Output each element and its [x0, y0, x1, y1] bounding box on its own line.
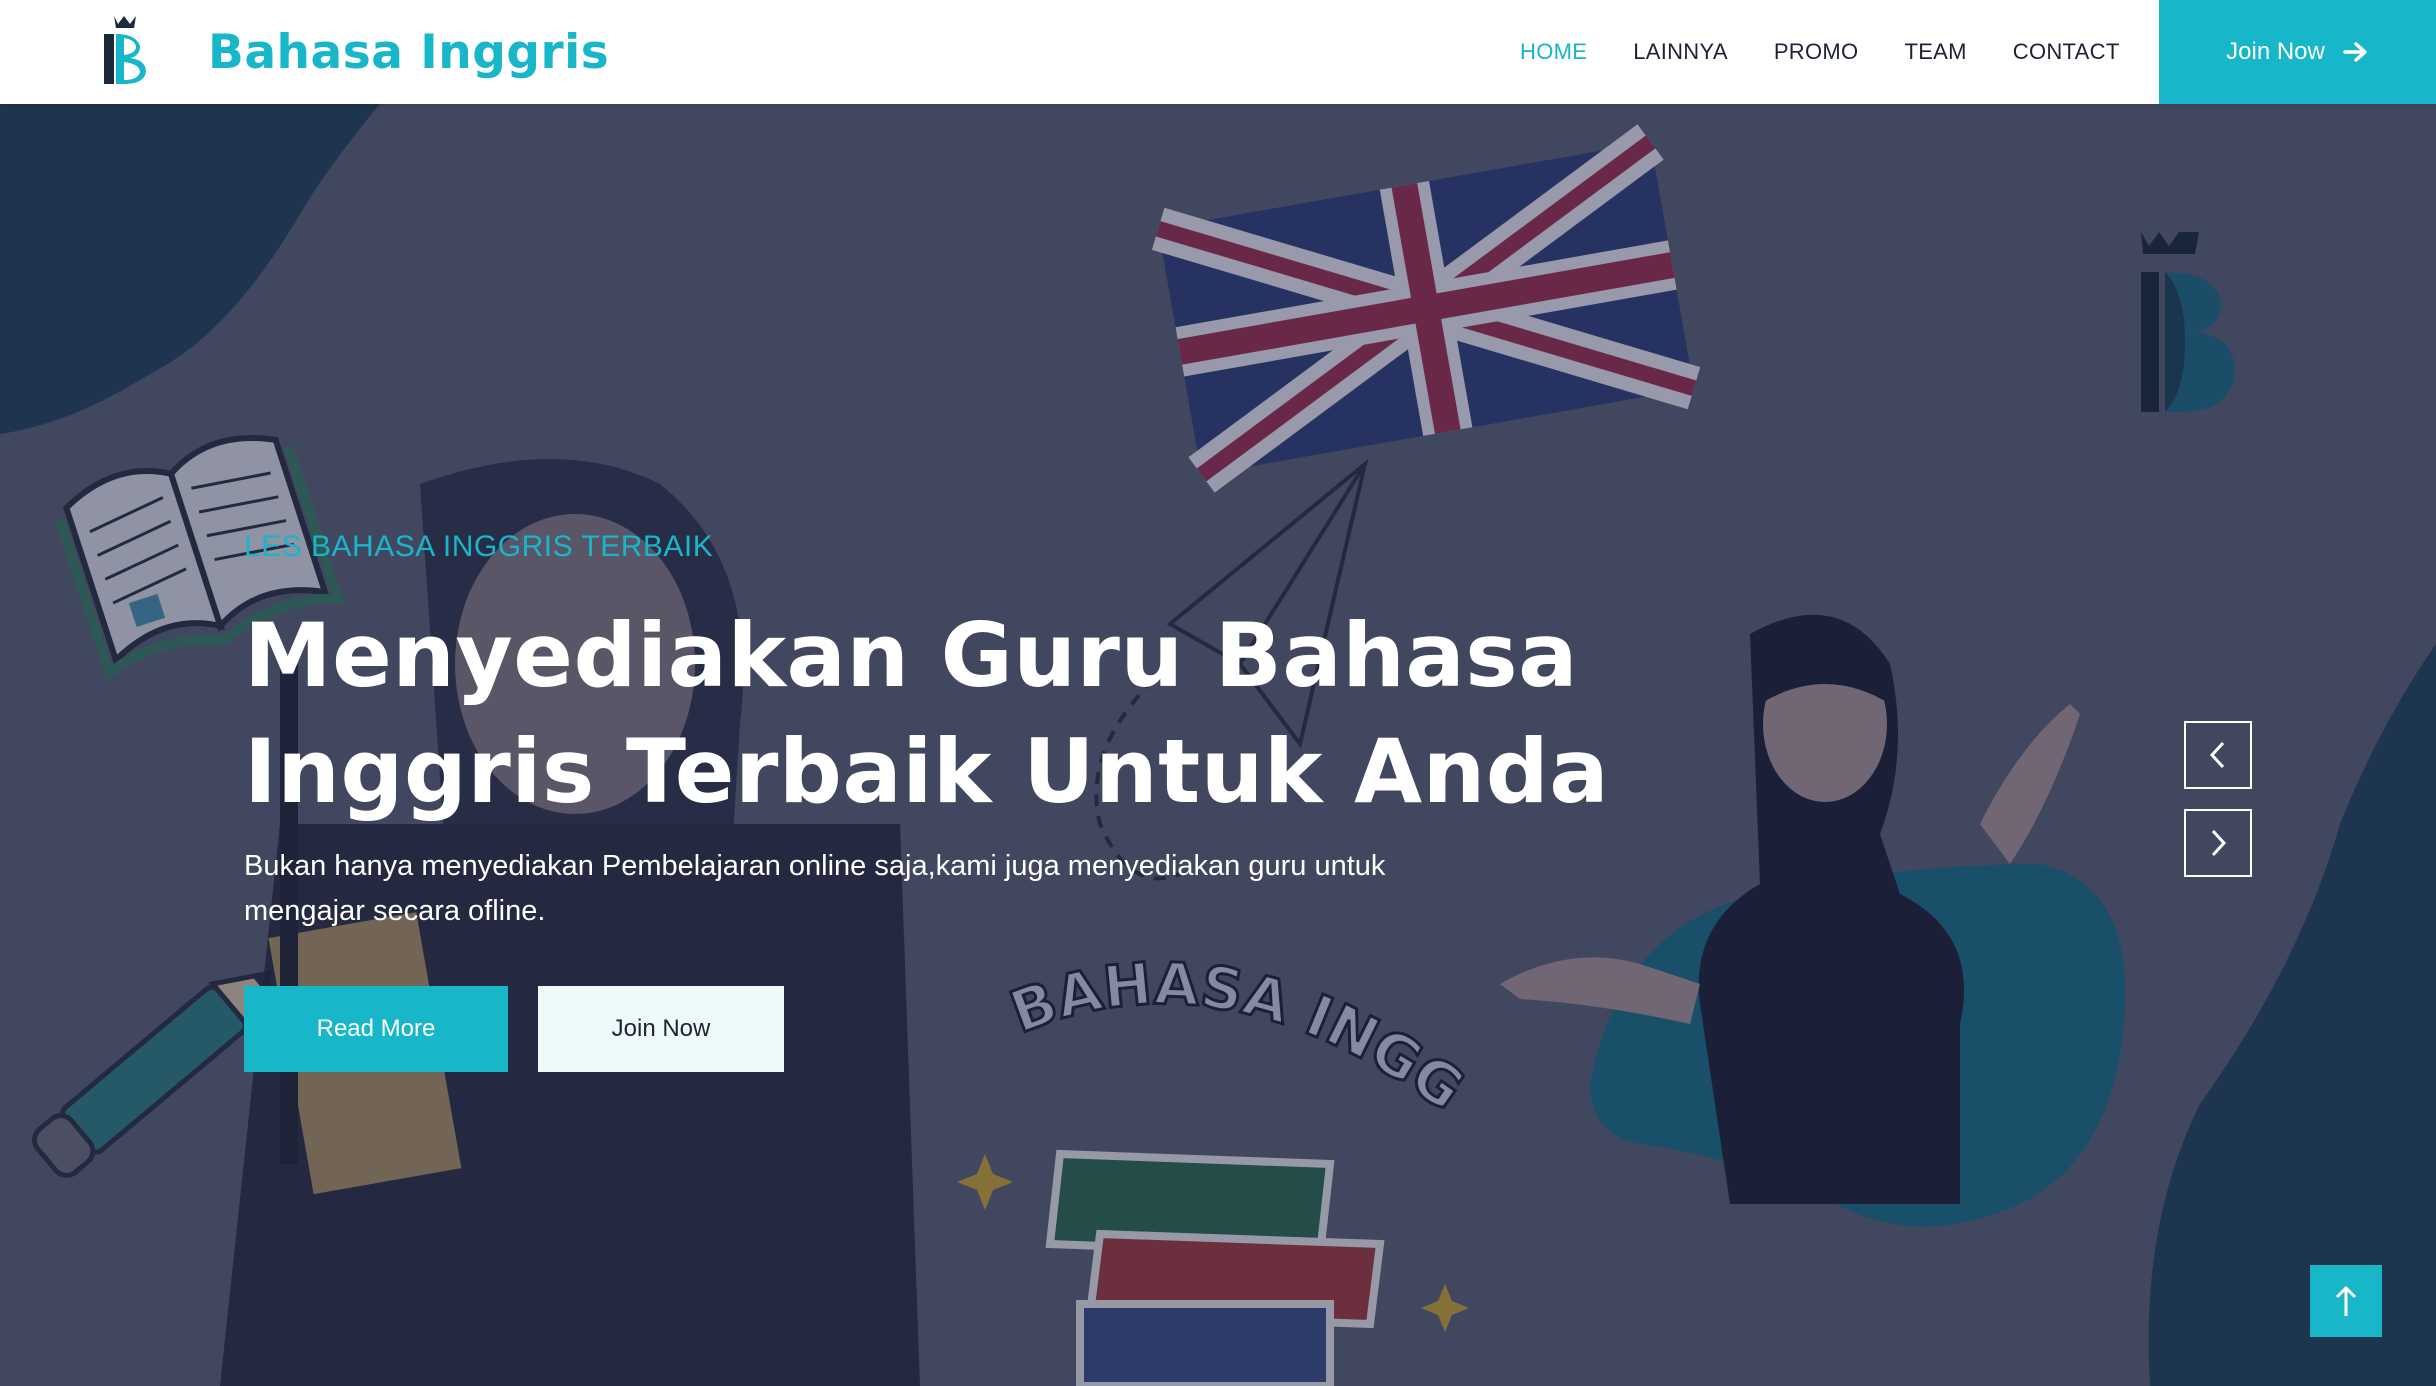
join-now-nav-button[interactable]: Join Now	[2159, 0, 2436, 104]
hero-title-line-2: Inggris Terbaik Untuk Anda	[244, 720, 1610, 823]
hero-buttons: Read More Join Now	[244, 986, 1644, 1072]
nav-contact[interactable]: CONTACT	[2013, 39, 2120, 65]
hero-slider: BAHASA INGGRIS LES BAHASA INGGRIS TERBAI…	[0, 104, 2436, 1386]
hero-content: LES BAHASA INGGRIS TERBAIK Menyediakan G…	[244, 530, 1644, 1072]
arrow-right-icon	[2343, 42, 2367, 62]
brand[interactable]: Bahasa Inggris	[96, 0, 609, 104]
join-now-nav-label: Join Now	[2226, 38, 2325, 65]
hero-subtitle: LES BAHASA INGGRIS TERBAIK	[244, 530, 714, 563]
brand-logo-icon	[104, 16, 146, 84]
slider-prev-button[interactable]	[2184, 721, 2252, 789]
chevron-left-icon	[2209, 741, 2225, 769]
navbar: Bahasa Inggris HOME LAINNYA PROMO TEAM C…	[0, 0, 2436, 104]
nav-home[interactable]: HOME	[1520, 39, 1587, 65]
hero-title: Menyediakan Guru Bahasa Inggris Terbaik …	[244, 598, 1644, 830]
hero-title-line-1: Menyediakan Guru Bahasa	[244, 604, 1578, 707]
slider-next-button[interactable]	[2184, 809, 2252, 877]
main-nav: HOME LAINNYA PROMO TEAM CONTACT	[1520, 0, 2166, 104]
nav-team[interactable]: TEAM	[1904, 39, 1966, 65]
chevron-right-icon	[2211, 829, 2227, 857]
back-to-top-button[interactable]	[2310, 1265, 2382, 1337]
brand-name: Bahasa Inggris	[208, 24, 610, 80]
nav-promo[interactable]: PROMO	[1774, 39, 1859, 65]
nav-lainnya[interactable]: LAINNYA	[1633, 39, 1728, 65]
arrow-up-icon	[2335, 1285, 2357, 1316]
read-more-button[interactable]: Read More	[244, 986, 508, 1072]
hero-description: Bukan hanya menyediakan Pembelajaran onl…	[244, 850, 1386, 927]
join-now-hero-button[interactable]: Join Now	[538, 986, 784, 1072]
